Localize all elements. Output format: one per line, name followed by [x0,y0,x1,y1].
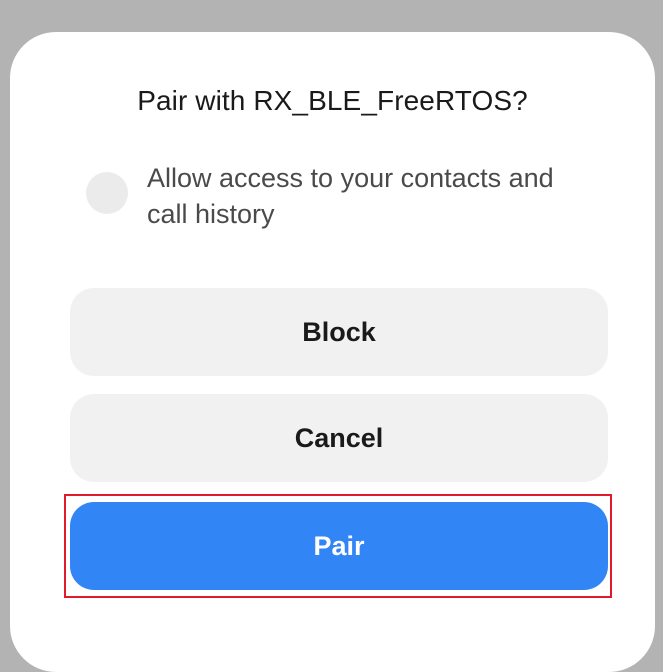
pair-button[interactable]: Pair [70,502,608,590]
contacts-access-label: Allow access to your contacts and call h… [147,163,554,229]
contacts-access-checkbox[interactable] [86,172,128,214]
pair-dialog: Pair with RX_BLE_FreeRTOS? Allow access … [10,32,655,672]
contacts-access-option[interactable]: Allow access to your contacts and call h… [86,156,566,229]
cancel-button[interactable]: Cancel [70,394,608,482]
dialog-title: Pair with RX_BLE_FreeRTOS? [137,85,528,116]
block-button[interactable]: Block [70,288,608,376]
